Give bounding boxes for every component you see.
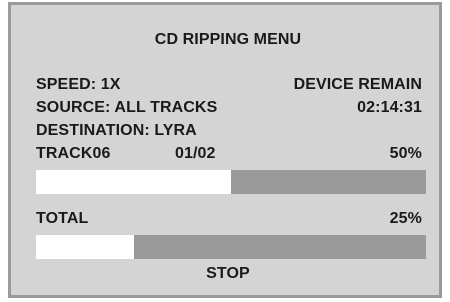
- menu-title: CD RIPPING MENU: [154, 31, 302, 48]
- total-label: TOTAL: [36, 210, 89, 227]
- total-percent: 25%: [389, 210, 422, 227]
- speed-label: SPEED: 1X: [36, 76, 121, 93]
- total-progress-fill: [36, 235, 134, 259]
- track-progress-bar: [36, 170, 426, 194]
- track-progress-fill: [36, 170, 231, 194]
- stop-button[interactable]: STOP: [11, 265, 445, 283]
- track-count: 01/02: [175, 145, 216, 162]
- track-name: TRACK06: [36, 145, 111, 162]
- total-progress-bar: [36, 235, 426, 259]
- track-percent: 50%: [389, 145, 422, 162]
- cd-ripping-menu-panel: CD RIPPING MENU SPEED: 1X DEVICE REMAIN …: [8, 2, 442, 298]
- source-label: SOURCE: ALL TRACKS: [36, 99, 218, 116]
- device-remain-label: DEVICE REMAIN: [293, 76, 422, 93]
- device-remain-time: 02:14:31: [357, 99, 422, 116]
- destination-label: DESTINATION: LYRA: [36, 122, 197, 139]
